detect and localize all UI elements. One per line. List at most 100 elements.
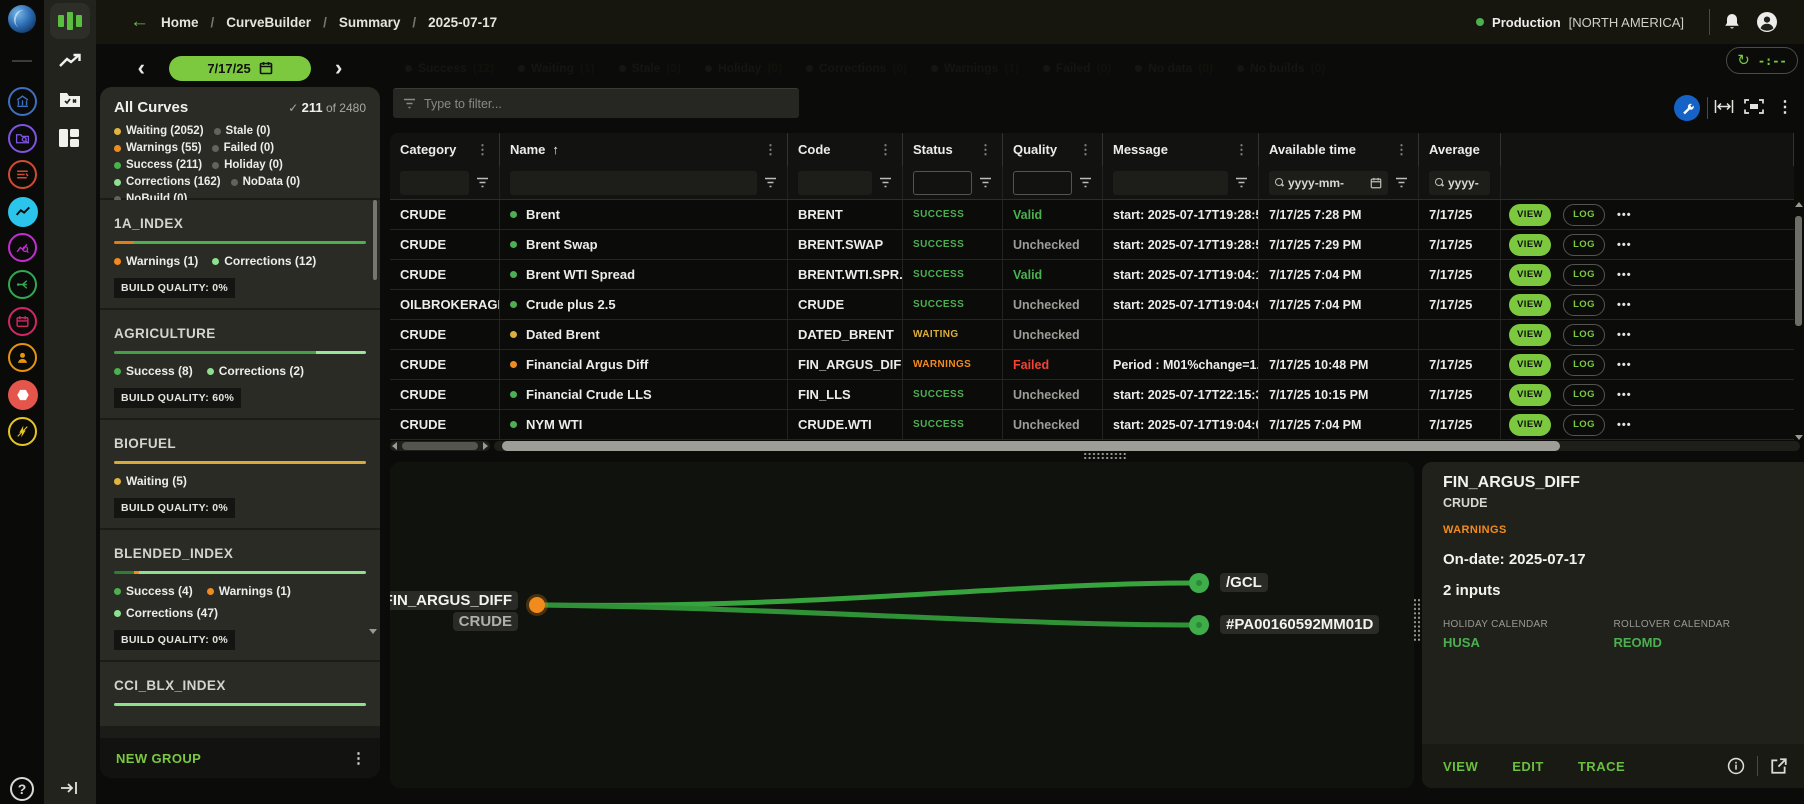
view-action[interactable]: VIEW xyxy=(1443,759,1478,774)
row-menu-icon[interactable]: ••• xyxy=(1617,299,1632,311)
status-filter-chip[interactable]: Holiday(0) xyxy=(693,57,794,79)
filter-icon[interactable] xyxy=(1235,177,1248,188)
message-filter-input[interactable] xyxy=(1119,176,1222,190)
breadcrumb-summary[interactable]: Summary xyxy=(339,15,401,30)
status-filter-chip[interactable]: Failed(0) xyxy=(1031,57,1123,79)
column-kebab-icon[interactable]: ⋮ xyxy=(879,142,892,158)
filter-icon[interactable] xyxy=(879,177,892,188)
next-day-button[interactable]: › xyxy=(335,58,342,78)
breadcrumb-curvebuilder[interactable]: CurveBuilder xyxy=(226,15,311,30)
table-horizontal-scrollbar[interactable] xyxy=(494,441,1800,451)
app-columns-icon[interactable] xyxy=(50,3,90,39)
dependency-graph-panel[interactable]: FIN_ARGUS_DIFF CRUDE /GCL #PA00160592MM0… xyxy=(390,462,1414,788)
graph-input-node[interactable] xyxy=(1189,615,1209,635)
status-filter-chip[interactable]: Stale(0) xyxy=(607,57,693,79)
rollover-calendar-value[interactable]: REOMD xyxy=(1614,635,1785,650)
filter-icon[interactable] xyxy=(764,177,777,188)
date-picker-button[interactable]: 7/17/25 xyxy=(169,56,311,81)
notification-bell-icon[interactable] xyxy=(1722,12,1742,37)
previous-day-button[interactable]: ‹ xyxy=(138,58,145,78)
left-panel-scrollbar[interactable] xyxy=(373,200,377,280)
curve-list-icon[interactable] xyxy=(8,160,37,189)
table-menu-kebab-icon[interactable]: ⋮ xyxy=(1777,97,1793,117)
scrollbar-thumb[interactable] xyxy=(1795,216,1802,326)
dashboard-icon[interactable] xyxy=(58,128,80,153)
column-kebab-icon[interactable]: ⋮ xyxy=(1079,142,1092,158)
calendar-icon[interactable] xyxy=(1370,177,1382,189)
group-card[interactable]: CCI_BLX_INDEX xyxy=(100,662,380,728)
column-kebab-icon[interactable]: ⋮ xyxy=(1395,142,1408,158)
new-group-button[interactable]: NEW GROUP xyxy=(116,751,201,766)
trend-chart-icon[interactable] xyxy=(8,197,38,227)
sort-ascending-icon[interactable]: ↑ xyxy=(552,142,559,157)
log-button[interactable]: LOG xyxy=(1563,384,1605,406)
filter-icon[interactable] xyxy=(1395,177,1408,188)
left-panel-scroll-down-icon[interactable] xyxy=(369,629,377,634)
table-row[interactable]: CRUDE NYM WTI CRUDE.WTI SUCCESS Unchecke… xyxy=(390,410,1794,440)
info-icon[interactable] xyxy=(1727,757,1745,775)
trend-up-icon[interactable] xyxy=(58,52,82,75)
category-filter-input[interactable] xyxy=(406,176,463,190)
folder-search-icon[interactable] xyxy=(8,124,37,153)
column-header-average[interactable]: Average xyxy=(1419,133,1501,166)
alert-hexagon-icon[interactable] xyxy=(8,380,38,410)
column-header-quality[interactable]: Quality⋮ xyxy=(1003,133,1103,166)
column-header-category[interactable]: Category⋮ xyxy=(390,133,500,166)
all-curves-card[interactable]: All Curves ✓ 211 of 2480 Waiting (2052)S… xyxy=(100,87,380,200)
chart-search-icon[interactable] xyxy=(8,233,37,262)
user-icon[interactable] xyxy=(8,343,37,372)
log-button[interactable]: LOG xyxy=(1563,234,1605,256)
scroll-up-icon[interactable] xyxy=(1795,202,1803,207)
status-filter-chip[interactable]: No data(0) xyxy=(1123,57,1225,79)
column-width-icon[interactable] xyxy=(1714,99,1734,119)
user-avatar-icon[interactable] xyxy=(1756,11,1778,38)
status-filter-chip[interactable]: Waiting(1) xyxy=(506,57,607,79)
column-header-available-time[interactable]: Available time⋮ xyxy=(1259,133,1419,166)
scroll-right-icon[interactable] xyxy=(483,442,488,450)
open-in-new-icon[interactable] xyxy=(1770,757,1788,775)
bank-icon[interactable] xyxy=(8,87,37,116)
status-filter-chip[interactable]: Warnings(1) xyxy=(919,57,1031,79)
group-card[interactable]: BLENDED_INDEX Success (4)Warnings (1)Cor… xyxy=(100,530,380,662)
column-kebab-icon[interactable]: ⋮ xyxy=(1235,142,1248,158)
log-button[interactable]: LOG xyxy=(1563,264,1605,286)
filter-icon[interactable] xyxy=(476,177,489,188)
column-header-message[interactable]: Message⋮ xyxy=(1103,133,1259,166)
quality-filter-input[interactable] xyxy=(1020,176,1065,190)
graph-input-node[interactable] xyxy=(1189,573,1209,593)
graph-root-node[interactable] xyxy=(529,597,545,613)
trace-action[interactable]: TRACE xyxy=(1578,759,1625,774)
status-filter-chip[interactable]: Corrections(0) xyxy=(794,57,919,79)
log-button[interactable]: LOG xyxy=(1563,204,1605,226)
log-button[interactable]: LOG xyxy=(1563,294,1605,316)
table-row[interactable]: CRUDE Financial Crude LLS FIN_LLS SUCCES… xyxy=(390,380,1794,410)
status-filter-chip[interactable]: No builds(0) xyxy=(1225,57,1337,79)
row-menu-icon[interactable]: ••• xyxy=(1617,329,1632,341)
scroll-left-icon[interactable] xyxy=(392,442,397,450)
column-kebab-icon[interactable]: ⋮ xyxy=(979,142,992,158)
table-row[interactable]: CRUDE Financial Argus Diff FIN_ARGUS_DIF… xyxy=(390,350,1794,380)
row-menu-icon[interactable]: ••• xyxy=(1617,269,1632,281)
type-to-filter-input[interactable] xyxy=(424,97,789,111)
back-arrow-icon[interactable]: ← xyxy=(130,11,149,33)
status-filter-chip[interactable]: Success(12) xyxy=(393,57,506,79)
scrollbar-thumb[interactable] xyxy=(502,441,1560,451)
breadcrumb-date[interactable]: 2025-07-17 xyxy=(428,15,497,30)
holiday-calendar-value[interactable]: HUSA xyxy=(1443,635,1614,650)
log-button[interactable]: LOG xyxy=(1563,414,1605,436)
column-kebab-icon[interactable]: ⋮ xyxy=(764,142,777,158)
pinned-columns-scrollbar[interactable] xyxy=(390,441,490,451)
settings-wrench-icon[interactable] xyxy=(1674,95,1700,121)
group-menu-kebab-icon[interactable]: ⋮ xyxy=(351,749,366,767)
view-button[interactable]: VIEW xyxy=(1509,234,1551,256)
table-row[interactable]: OILBROKERAGE Crude plus 2.5 CRUDE SUCCES… xyxy=(390,290,1794,320)
company-logo-icon[interactable] xyxy=(8,5,36,33)
column-header-code[interactable]: Code⋮ xyxy=(788,133,903,166)
folder-check-icon[interactable] xyxy=(58,89,82,114)
group-card[interactable]: AGRICULTURE Success (8)Corrections (2) B… xyxy=(100,310,380,420)
column-header-status[interactable]: Status⋮ xyxy=(903,133,1003,166)
filter-icon[interactable] xyxy=(1079,177,1092,188)
log-button[interactable]: LOG xyxy=(1563,324,1605,346)
flash-icon[interactable] xyxy=(8,417,37,446)
view-button[interactable]: VIEW xyxy=(1509,384,1551,406)
